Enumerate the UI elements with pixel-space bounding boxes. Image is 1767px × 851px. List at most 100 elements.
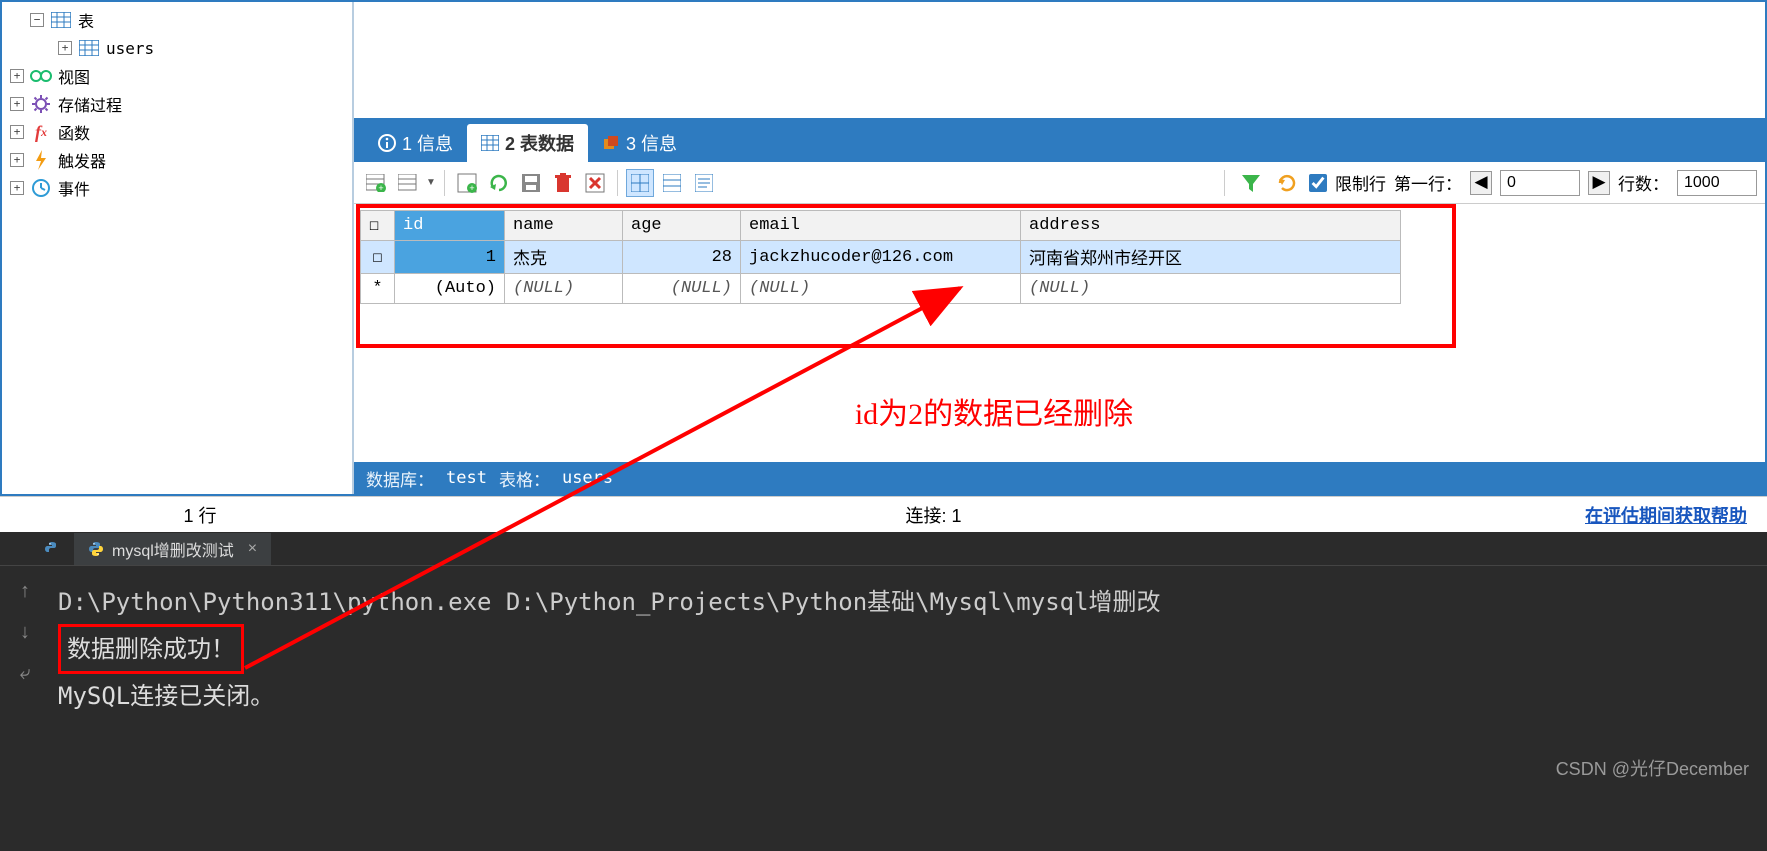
status-bar: 1 行 连接: 1 在评估期间获取帮助: [0, 496, 1767, 532]
first-row-prev[interactable]: ◀: [1470, 171, 1492, 195]
col-age[interactable]: age: [623, 211, 741, 241]
table-group-icon: [50, 11, 72, 29]
console-tab-active[interactable]: mysql增删改测试 ×: [74, 533, 271, 565]
row-count-label: 行数：: [1618, 170, 1669, 195]
cell-name[interactable]: 杰克: [505, 241, 623, 274]
cancel-icon[interactable]: [581, 169, 609, 197]
text-view-icon[interactable]: [690, 169, 718, 197]
tree-node-views[interactable]: + 视图: [10, 62, 344, 90]
expand-icon[interactable]: +: [10, 97, 24, 111]
dropdown-icon[interactable]: ▼: [426, 177, 436, 188]
data-grid-wrapper: ☐ id name age email address ☐ 1 杰克 28 ja: [354, 204, 1765, 462]
cell-email[interactable]: (NULL): [741, 274, 1021, 304]
svg-text:+: +: [469, 183, 474, 193]
table-new-row[interactable]: * (Auto) (NULL) (NULL) (NULL) (NULL): [361, 274, 1401, 304]
cell-email[interactable]: jackzhucoder@126.com: [741, 241, 1021, 274]
cell-address[interactable]: 河南省郑州市经开区: [1021, 241, 1401, 274]
col-address[interactable]: address: [1021, 211, 1401, 241]
row-count-input[interactable]: [1677, 170, 1757, 196]
data-toolbar: + ▼ + 限制行 第一行： ◀ ▶ 行数：: [354, 162, 1765, 204]
wrap-icon[interactable]: ⤶: [19, 662, 30, 685]
tbl-label: 表格：: [499, 466, 550, 491]
console-output[interactable]: D:\Python\Python311\python.exe D:\Python…: [50, 566, 1767, 851]
form-view-icon[interactable]: [658, 169, 686, 197]
tree-label: 视图: [58, 64, 90, 88]
tab-label: 1 信息: [402, 130, 453, 156]
views-icon: [30, 67, 52, 85]
tree-label: 函数: [58, 120, 90, 144]
col-name[interactable]: name: [505, 211, 623, 241]
trigger-icon: [30, 151, 52, 169]
result-tabs: 1 信息 2 表数据 3 信息: [354, 122, 1765, 162]
expand-icon[interactable]: +: [10, 153, 24, 167]
tree-node-events[interactable]: + 事件: [10, 174, 344, 202]
svg-text:+: +: [378, 183, 383, 192]
expand-icon[interactable]: +: [58, 41, 72, 55]
db-value: test: [446, 468, 487, 488]
select-all-checkbox[interactable]: ☐: [361, 211, 395, 241]
status-rows: 1 行: [0, 502, 400, 528]
collapse-icon[interactable]: −: [30, 13, 44, 27]
help-link[interactable]: 在评估期间获取帮助: [1585, 506, 1747, 526]
delete-icon[interactable]: [549, 169, 577, 197]
data-grid[interactable]: ☐ id name age email address ☐ 1 杰克 28 ja: [360, 210, 1401, 304]
tree-label: 触发器: [58, 148, 106, 172]
tree-node-functions[interactable]: + fx 函数: [10, 118, 344, 146]
console-tab-prev[interactable]: [30, 533, 74, 565]
refresh-icon[interactable]: [1273, 169, 1301, 197]
cell-age[interactable]: (NULL): [623, 274, 741, 304]
object-tree[interactable]: − 表 + users + 视图 + 存储过程: [2, 2, 354, 494]
output-line: MySQL连接已关闭。: [58, 674, 1759, 718]
tree-node-users[interactable]: + users: [10, 34, 344, 62]
expand-icon[interactable]: +: [10, 181, 24, 195]
limit-rows-checkbox[interactable]: [1309, 174, 1327, 192]
first-row-next[interactable]: ▶: [1588, 171, 1610, 195]
cell-name[interactable]: (NULL): [505, 274, 623, 304]
output-line: D:\Python\Python311\python.exe D:\Python…: [58, 580, 1759, 624]
header-row: ☐ id name age email address: [361, 211, 1401, 241]
expand-icon[interactable]: +: [10, 69, 24, 83]
console-gutter: ↑ ↓ ⤶: [0, 566, 50, 851]
tree-node-triggers[interactable]: + 触发器: [10, 146, 344, 174]
first-row-input[interactable]: [1500, 170, 1580, 196]
info-icon: [378, 134, 396, 152]
toolbar-right-group: 限制行 第一行： ◀ ▶ 行数：: [1220, 169, 1757, 197]
grid-view-icon[interactable]: [626, 169, 654, 197]
tab-info1[interactable]: 1 信息: [364, 124, 467, 162]
watermark: CSDN @光仔December: [1556, 755, 1749, 781]
tab-info3[interactable]: 3 信息: [588, 124, 691, 162]
expand-icon[interactable]: +: [10, 125, 24, 139]
col-email[interactable]: email: [741, 211, 1021, 241]
output-highlight: 数据删除成功！: [58, 624, 244, 674]
filter-icon[interactable]: [1237, 169, 1265, 197]
insert-icon[interactable]: +: [453, 169, 481, 197]
new-row-marker: *: [361, 274, 395, 304]
tree-node-procs[interactable]: + 存储过程: [10, 90, 344, 118]
add-row-icon[interactable]: +: [362, 169, 390, 197]
db-label: 数据库：: [366, 466, 434, 491]
dup-row-icon[interactable]: [394, 169, 422, 197]
tbl-value: users: [562, 468, 613, 488]
annotation-text: id为2的数据已经删除: [674, 389, 1314, 433]
ide-console: mysql增删改测试 × ↑ ↓ ⤶ D:\Python\Python311\p…: [0, 532, 1767, 851]
tree-label: 存储过程: [58, 92, 122, 116]
table-row[interactable]: ☐ 1 杰克 28 jackzhucoder@126.com 河南省郑州市经开区: [361, 241, 1401, 274]
cell-address[interactable]: (NULL): [1021, 274, 1401, 304]
query-editor-placeholder[interactable]: [354, 2, 1765, 122]
python-icon: [44, 541, 60, 557]
col-id[interactable]: id: [395, 211, 505, 241]
save-icon[interactable]: [517, 169, 545, 197]
close-icon[interactable]: ×: [248, 540, 257, 558]
cell-id[interactable]: 1: [395, 241, 505, 274]
tree-label: users: [106, 39, 154, 58]
undo-icon[interactable]: [485, 169, 513, 197]
cell-id[interactable]: (Auto): [395, 274, 505, 304]
down-arrow-icon[interactable]: ↓: [20, 621, 30, 644]
cell-age[interactable]: 28: [623, 241, 741, 274]
app-region: − 表 + users + 视图 + 存储过程: [0, 0, 1767, 496]
row-checkbox[interactable]: ☐: [361, 241, 395, 274]
up-arrow-icon[interactable]: ↑: [20, 580, 30, 603]
tree-node-tables[interactable]: − 表: [10, 6, 344, 34]
tab-tabledata[interactable]: 2 表数据: [467, 124, 588, 162]
tab-label: 3 信息: [626, 130, 677, 156]
